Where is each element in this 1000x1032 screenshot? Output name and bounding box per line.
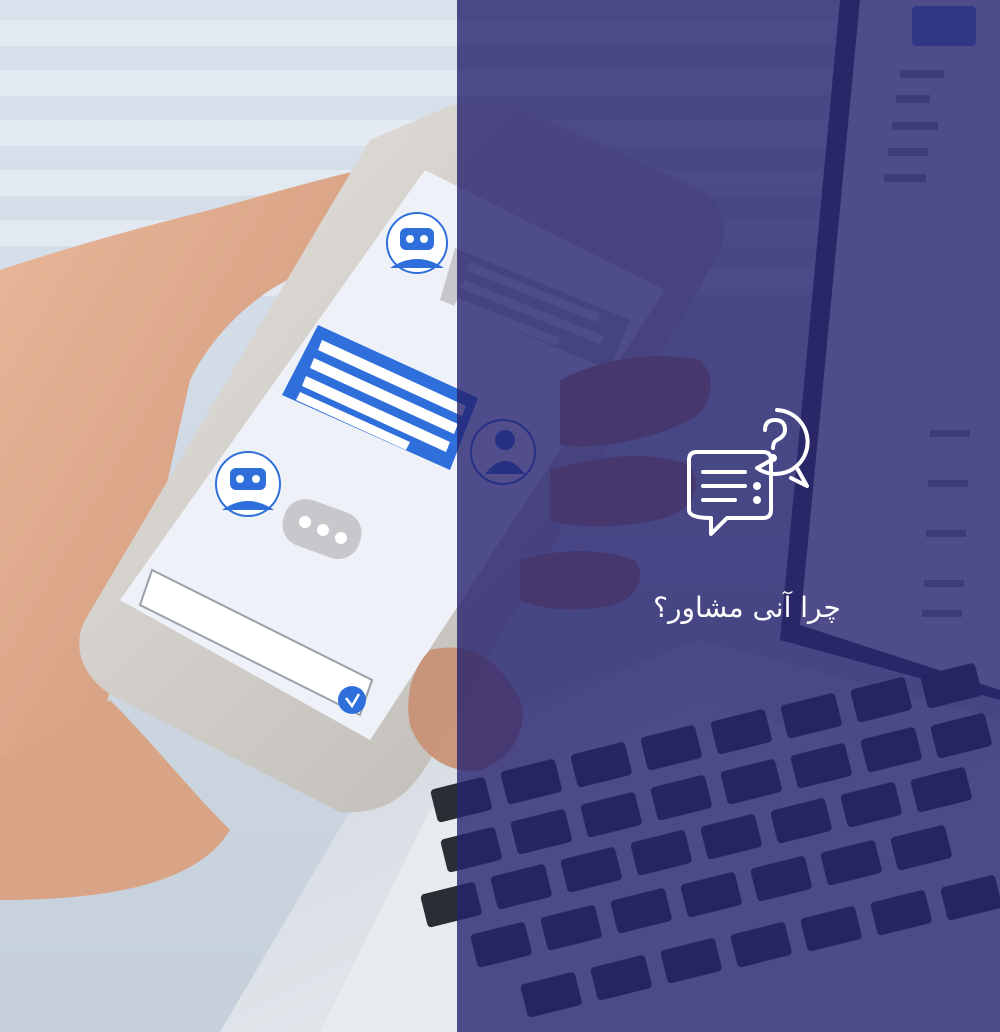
promo-title: چرا آنی مشاور؟ <box>653 591 841 624</box>
send-chevron-icon <box>338 686 366 714</box>
chat-question-icon <box>687 408 810 536</box>
robot-avatar-icon <box>215 451 281 517</box>
promo-section: چرا آنی مشاور؟ <box>457 380 1000 680</box>
robot-avatar-icon <box>386 212 448 274</box>
